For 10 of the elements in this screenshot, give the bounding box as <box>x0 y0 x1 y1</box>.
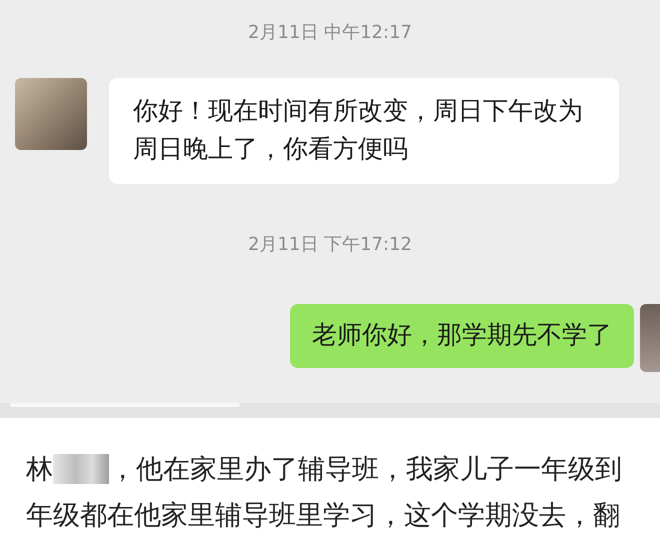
timestamp: 2月11日 中午12:17 <box>248 22 412 44</box>
timestamp: 2月11日 下午17:12 <box>248 234 412 256</box>
article-text: 年级都在他家里辅导班里学习，这个学期没去，翻 <box>26 499 620 533</box>
avatar-placeholder <box>640 304 660 372</box>
article-text: 林 <box>26 453 53 487</box>
avatar-placeholder <box>15 78 87 150</box>
article-text: ，他在家里办了辅导班，我家儿子一年级到 <box>109 453 622 487</box>
message-bubble: 老师你好，那学期先不学了 <box>290 304 634 368</box>
message-bubble: 你好！现在时间有所改变，周日下午改为周日晚上了，你看方便吗 <box>109 78 619 184</box>
blurred-name <box>53 454 109 484</box>
